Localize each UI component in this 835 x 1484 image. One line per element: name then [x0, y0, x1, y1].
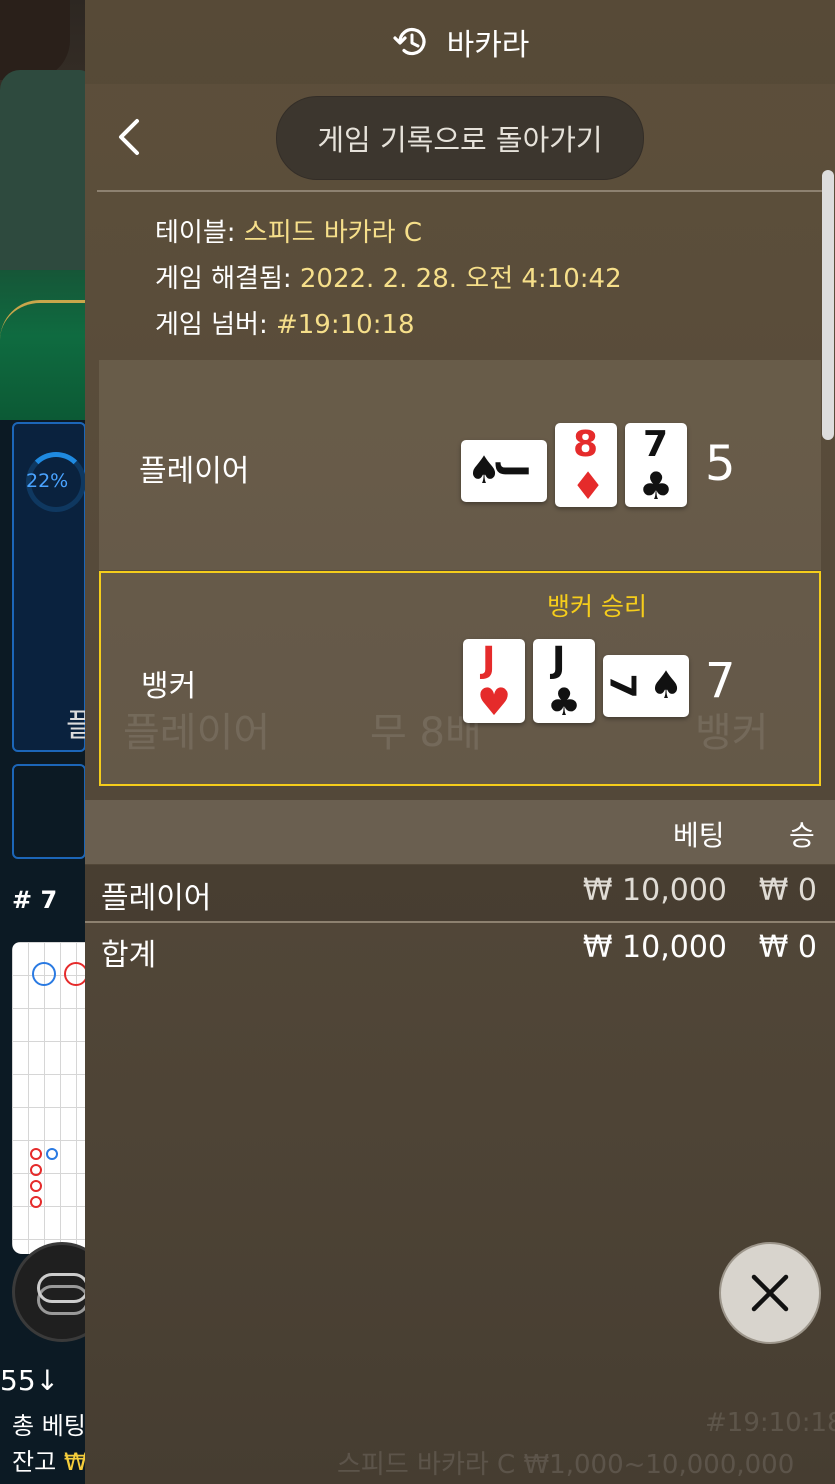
- chevron-left-icon: [119, 119, 139, 155]
- card-rank: J: [552, 640, 566, 681]
- meta-label: 게임 해결됨:: [155, 264, 292, 294]
- win-column-header: 승: [789, 819, 815, 852]
- round-number: # 7: [12, 886, 58, 914]
- table-rail: [0, 300, 90, 343]
- panel-title: 바카라: [446, 28, 530, 63]
- scrollbar[interactable]: [822, 170, 834, 440]
- total-bet-amount: ₩ 10,000: [582, 930, 727, 965]
- card-suit: ♥: [477, 680, 512, 724]
- meta-label: 게임 넘버:: [155, 310, 268, 340]
- card-suit: ♣: [639, 464, 674, 508]
- side-bet-spot[interactable]: [12, 764, 86, 859]
- total-label: 합계: [101, 938, 157, 973]
- banker-card-1: J ♥: [463, 639, 525, 723]
- table-row: 플레이어 ₩ 10,000 ₩ 0: [85, 865, 835, 923]
- close-icon: [751, 1274, 789, 1312]
- dealer-body: [0, 70, 90, 270]
- player-hand: 플레이어 ♠ J 8 ♦ 7 ♣ 5: [99, 360, 821, 570]
- bead-player: [46, 1148, 58, 1160]
- card-suit: ♣: [547, 680, 582, 724]
- banker-score: 7: [705, 653, 736, 709]
- history-panel: 바카라 게임 기록으로 돌아가기 테이블: 스피드 바카라 C 게임 해결됨: …: [85, 0, 835, 1484]
- close-button[interactable]: [719, 1242, 821, 1344]
- bead-road: [12, 942, 86, 1254]
- player-label: 플레이어: [139, 454, 250, 489]
- card-rank: 8: [573, 424, 599, 465]
- timer-text: 55↓: [0, 1364, 60, 1397]
- bead-banker: [30, 1164, 42, 1176]
- banker-card-3: 7 ♠: [601, 655, 689, 717]
- divider: [97, 190, 823, 192]
- card-suit: ♠: [649, 663, 684, 707]
- meta-game-number: 게임 넘버: #19:10:18: [155, 302, 622, 348]
- row-win: ₩ 0: [758, 873, 817, 908]
- player-card-2: 8 ♦: [555, 423, 617, 507]
- dealer-head: [0, 0, 70, 80]
- bead-banker: [30, 1180, 42, 1192]
- game-meta: 테이블: 스피드 바카라 C 게임 해결됨: 2022. 2. 28. 오전 4…: [155, 210, 622, 348]
- table-row-total: 합계 ₩ 10,000 ₩ 0: [85, 922, 835, 978]
- row-label: 플레이어: [101, 881, 212, 916]
- meta-value: 2022. 2. 28. 오전 4:10:42: [299, 264, 622, 294]
- meta-label: 테이블:: [155, 218, 236, 248]
- card-rank: 7: [601, 673, 643, 699]
- player-card-1: ♠ J: [461, 440, 547, 502]
- ghost-id: #19:10:18: [705, 1408, 835, 1438]
- balance-label: 잔고: [12, 1448, 57, 1476]
- back-arrow-button[interactable]: [109, 112, 149, 162]
- card-suit: ♦: [571, 464, 606, 508]
- bets-table-header: 베팅 승: [85, 800, 835, 864]
- progress-percent: 22%: [26, 470, 69, 492]
- row-bet: ₩ 10,000: [582, 873, 727, 908]
- bet-column-header: 베팅: [673, 819, 725, 852]
- meta-value: #19:10:18: [275, 310, 415, 340]
- player-score: 5: [705, 436, 736, 492]
- chip-icon: [37, 1273, 89, 1303]
- banker-hand: 뱅커 승리 뱅커 J ♥ J ♣ 7 ♠ 7: [99, 571, 821, 786]
- back-to-history-button[interactable]: 게임 기록으로 돌아가기: [276, 96, 644, 180]
- history-icon: [391, 22, 431, 62]
- card-rank: J: [482, 640, 496, 681]
- total-win-amount: ₩ 0: [758, 930, 817, 965]
- bead-banker: [64, 962, 86, 986]
- banker-win-label: 뱅커 승리: [547, 592, 647, 621]
- bead-banker: [30, 1148, 42, 1160]
- card-rank: 7: [643, 424, 669, 465]
- banker-card-2: J ♣: [533, 639, 595, 723]
- banker-label: 뱅커: [141, 669, 197, 704]
- meta-table: 테이블: 스피드 바카라 C: [155, 210, 622, 256]
- bead-banker: [30, 1196, 42, 1208]
- panel-header: 바카라: [85, 0, 835, 84]
- card-rank: J: [493, 464, 535, 478]
- player-card-3: 7 ♣: [625, 423, 687, 507]
- bead-player: [32, 962, 56, 986]
- nav-row: 게임 기록으로 돌아가기: [85, 84, 835, 190]
- meta-resolved: 게임 해결됨: 2022. 2. 28. 오전 4:10:42: [155, 256, 622, 302]
- ghost-footer: 스피드 바카라 C ₩1,000~10,000,000: [337, 1450, 795, 1480]
- meta-value: 스피드 바카라 C: [243, 218, 423, 248]
